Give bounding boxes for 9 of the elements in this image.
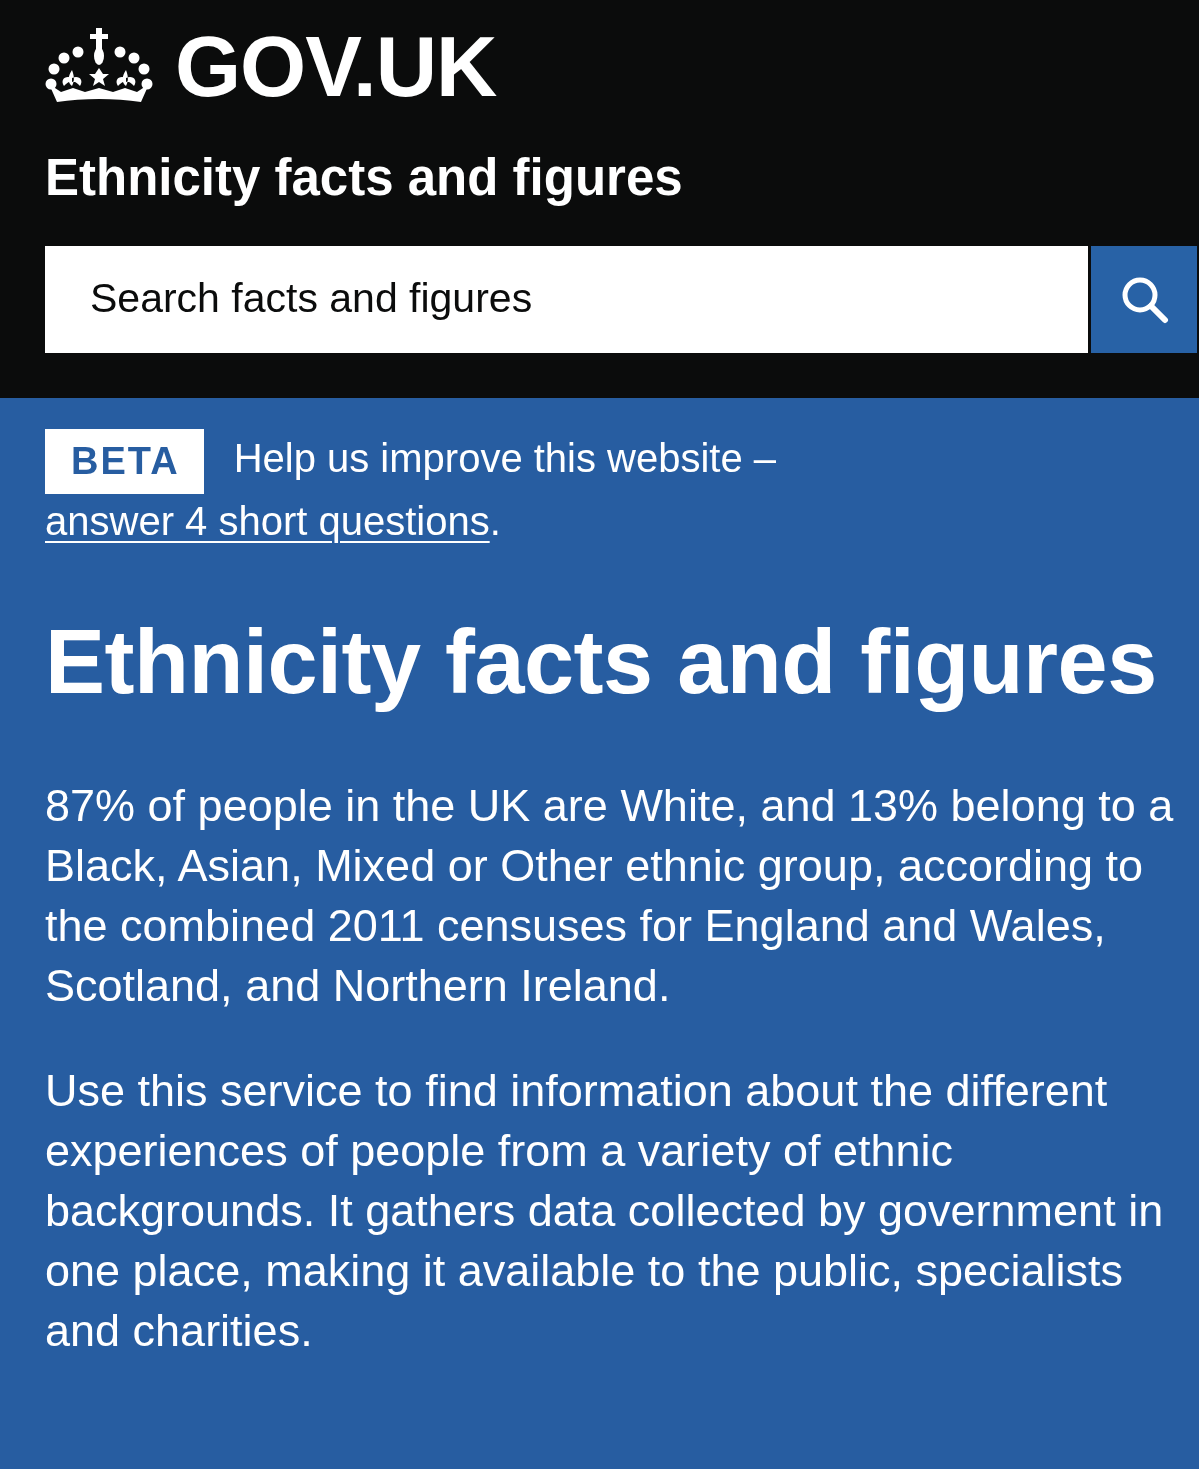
feedback-link[interactable]: answer 4 short questions [45, 498, 490, 543]
intro-paragraph: 87% of people in the UK are White, and 13% belong to a Black, Asian, Mixed or Other ethnic group, according to the combined 2011 censuses for England and Wales, Scotland, and Northern Ireland. [45, 778, 1175, 1013]
search-field[interactable]: Search facts and figures [45, 245, 1088, 353]
page-heading: Ethnicity facts and figures [45, 612, 1158, 712]
intro-paragraph: Use this service to find information about the different experiences of people from a variety of ethnic backgrounds. It gathers data collected by government in one place, making it available to the public, specialists and charities. [45, 1063, 1165, 1358]
search-button[interactable] [1091, 245, 1197, 353]
phase-tag: BETA [45, 428, 204, 494]
service-name: Ethnicity facts and figures [45, 147, 683, 208]
govuk-logo-link[interactable]: GOV.UK [45, 24, 497, 109]
